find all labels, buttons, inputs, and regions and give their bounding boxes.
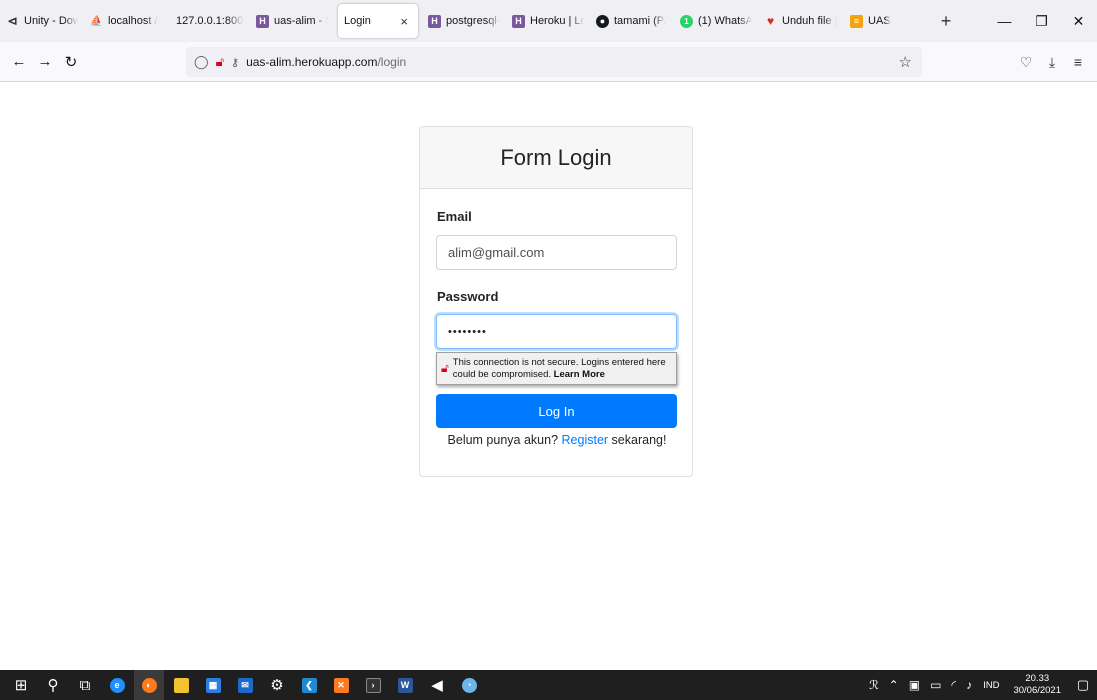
reload-icon[interactable]: ↻	[58, 48, 84, 76]
email-label: Email	[437, 209, 472, 224]
firefox-icon[interactable]: ◐	[134, 670, 164, 700]
tab-heroku[interactable]: H Heroku | Lo	[506, 4, 590, 38]
whatsapp-icon: 1	[680, 14, 693, 28]
terminal-icon[interactable]: ›	[358, 670, 388, 700]
pocket-icon[interactable]: ♡	[1013, 48, 1039, 76]
insecure-login-warning: 🔓︎ This connection is not secure. Logins…	[436, 352, 677, 385]
task-view-icon[interactable]: ⧉	[70, 670, 100, 700]
register-prompt: Belum punya akun? Register sekarang!	[447, 433, 667, 447]
file-explorer-icon[interactable]	[166, 670, 196, 700]
tab-uas-alim[interactable]: H uas-alim - S	[250, 4, 334, 38]
tracking-shield-icon[interactable]: ◯	[194, 54, 209, 70]
login-card: Form Login Email alim@gmail.com Password…	[419, 126, 693, 477]
insecure-lock-icon[interactable]: 🔓︎	[216, 54, 224, 70]
download-icon[interactable]: ⤓	[1039, 48, 1065, 76]
uas-icon: ≡	[850, 14, 863, 28]
toolbar-right: ♡ ⤓ ≡	[1013, 48, 1091, 76]
mail-icon[interactable]: ✉	[230, 670, 260, 700]
tab-whatsapp[interactable]: 1 (1) WhatsA	[674, 4, 758, 38]
heart-icon: ♥	[766, 14, 775, 28]
minimize-icon[interactable]: —	[986, 0, 1023, 42]
menu-icon[interactable]: ≡	[1065, 48, 1091, 76]
settings-gear-icon[interactable]: ⚙	[262, 670, 292, 700]
phpmyadmin-icon: ⛵	[90, 15, 103, 27]
language-indicator[interactable]: IND	[977, 680, 1005, 691]
card-header: Form Login	[420, 127, 692, 189]
wifi-icon[interactable]: ◜	[946, 678, 961, 692]
login-button[interactable]: Log In	[436, 394, 677, 428]
heroku-icon: H	[428, 14, 441, 28]
window-controls: — ❐ ✕	[986, 0, 1097, 42]
windows-start-icon[interactable]: ⊞	[6, 670, 36, 700]
paint-icon[interactable]: ◔	[454, 670, 484, 700]
new-tab-button[interactable]: +	[930, 5, 962, 37]
heroku-icon: H	[256, 14, 269, 28]
people-icon[interactable]: ℛ	[864, 678, 884, 692]
email-field[interactable]: alim@gmail.com	[436, 235, 677, 270]
address-bar[interactable]: ◯ 🔓︎ ⚷ uas-alim.herokuapp.com/login ☆	[186, 47, 922, 77]
tab-localhost[interactable]: ⛵ localhost /	[84, 4, 170, 38]
tab-github[interactable]: ● tamami (P.	[590, 4, 674, 38]
tab-postgresql[interactable]: H postgresql-	[422, 4, 506, 38]
chevron-up-icon[interactable]: ⌃	[884, 678, 904, 692]
window-close-icon[interactable]: ✕	[1060, 0, 1097, 42]
back-icon[interactable]: ←	[6, 48, 32, 76]
tab-uas[interactable]: ≡ UAS	[844, 4, 914, 38]
github-icon: ●	[596, 14, 609, 28]
search-icon[interactable]: ⚲	[38, 670, 68, 700]
tab-unity[interactable]: ⊲ Unity - Dow	[0, 4, 84, 38]
unity-icon: ⊲	[7, 14, 18, 28]
tab-127[interactable]: 127.0.0.1:8000/s	[170, 4, 250, 38]
restore-icon[interactable]: ❐	[1023, 0, 1060, 42]
word-icon[interactable]: W	[390, 670, 420, 700]
notification-icon[interactable]: ▢	[1069, 677, 1097, 693]
insecure-lock-icon: 🔓︎	[441, 361, 449, 375]
bookmark-star-icon[interactable]: ☆	[899, 53, 912, 71]
battery-icon[interactable]: ▭	[925, 678, 946, 692]
tray-app-icon[interactable]: ▣	[904, 678, 925, 692]
tab-login[interactable]: Login ×	[338, 4, 418, 38]
tab-unduh[interactable]: ♥ Unduh file |	[758, 4, 844, 38]
heroku-icon: H	[512, 14, 525, 28]
store-icon[interactable]: ▦	[198, 670, 228, 700]
password-field[interactable]: ••••••••	[436, 314, 677, 349]
windows-taskbar: ⊞ ⚲ ⧉ e ◐ ▦ ✉ ⚙ ❮ ✕ › W ◀ ◔ ℛ ⌃ ▣ ▭ ◜ ♪ …	[0, 670, 1097, 700]
system-tray: ℛ ⌃ ▣ ▭ ◜ ♪ IND 20.33 30/06/2021 ▢	[864, 670, 1097, 700]
tab-close-icon[interactable]: ×	[396, 14, 412, 29]
key-icon[interactable]: ⚷	[231, 56, 239, 69]
xampp-icon[interactable]: ✕	[326, 670, 356, 700]
forward-icon[interactable]: →	[32, 48, 58, 76]
page-title: Form Login	[500, 144, 612, 170]
password-label: Password	[437, 289, 499, 304]
volume-icon[interactable]: ♪	[961, 678, 977, 692]
edge-icon[interactable]: e	[102, 670, 132, 700]
vscode-icon[interactable]: ❮	[294, 670, 324, 700]
tab-strip: ⊲ Unity - Dow ⛵ localhost / 127.0.0.1:80…	[0, 0, 1097, 42]
register-link[interactable]: Register	[562, 433, 609, 447]
url-text[interactable]: uas-alim.herokuapp.com/login	[246, 55, 406, 69]
learn-more-link[interactable]: Learn More	[554, 369, 605, 380]
clock[interactable]: 20.33 30/06/2021	[1005, 673, 1069, 697]
unity-hub-icon[interactable]: ◀	[422, 670, 452, 700]
navigation-bar: ← → ↻ ◯ 🔓︎ ⚷ uas-alim.herokuapp.com/logi…	[0, 42, 1097, 82]
